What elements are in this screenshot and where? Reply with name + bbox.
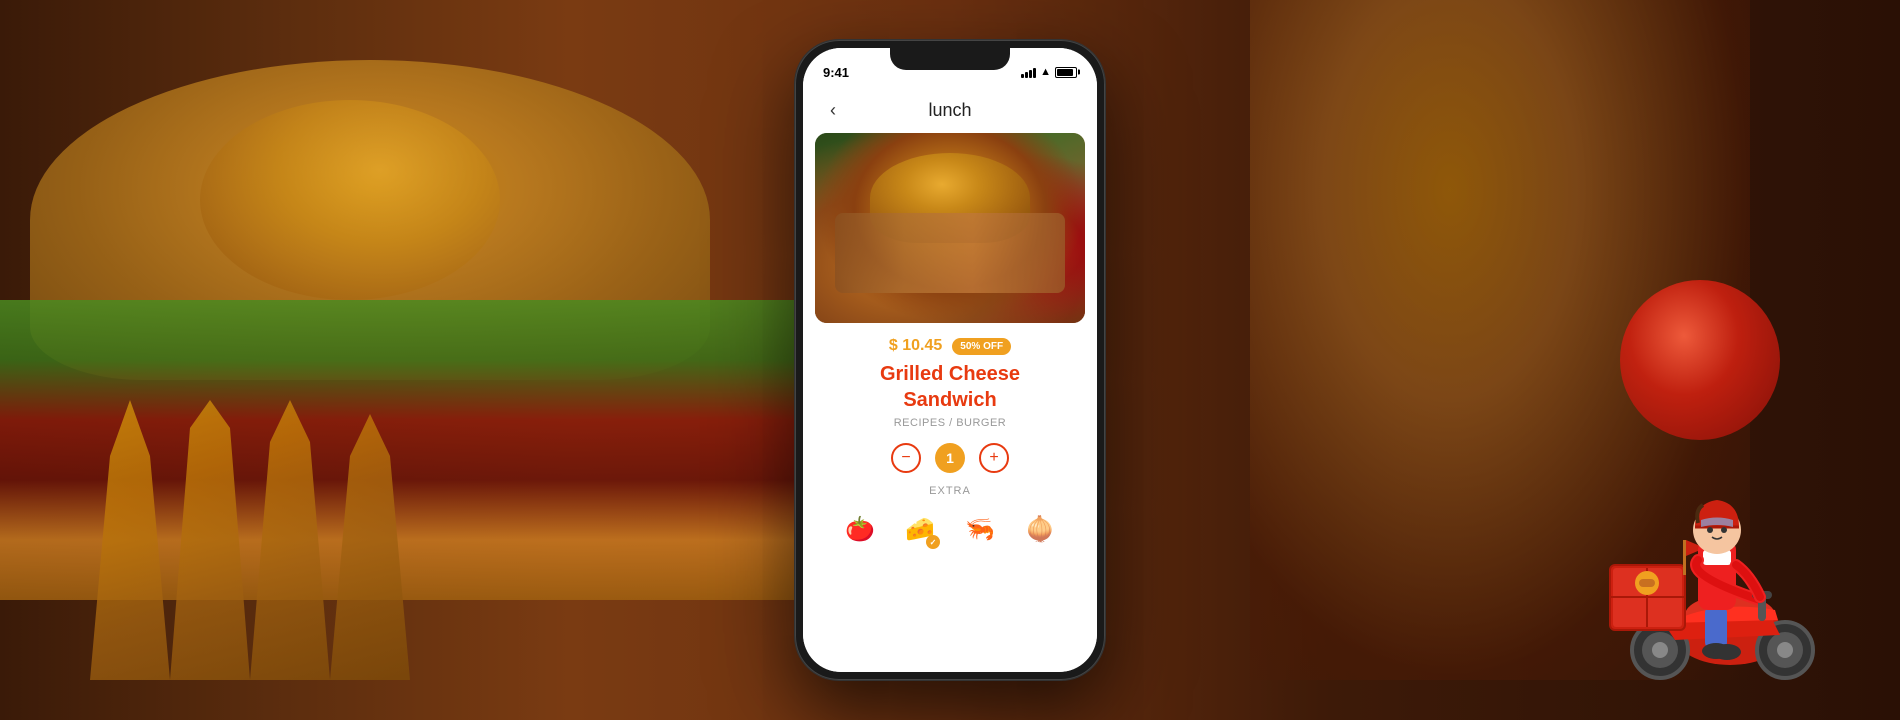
status-time: 9:41 [823, 65, 849, 80]
wooden-board-img [835, 213, 1065, 293]
page-title: lunch [928, 100, 971, 121]
wifi-icon: ▲ [1040, 66, 1051, 78]
battery-fill [1057, 69, 1073, 76]
back-arrow-icon: ‹ [830, 100, 836, 121]
burger-illustration [815, 133, 1085, 323]
screen-content: ‹ lunch $ 10.45 50% OFF [803, 88, 1097, 672]
extra-tomato[interactable]: 🍅 [838, 507, 882, 551]
phone-wrapper: 9:41 ▲ [795, 40, 1105, 680]
tomato-icon: 🍅 [845, 515, 875, 544]
shrimp-icon: 🦐 [965, 515, 995, 544]
signal-bar-4 [1033, 68, 1036, 78]
minus-icon: − [901, 449, 910, 467]
signal-bar-1 [1021, 74, 1024, 78]
status-icons: ▲ [1021, 66, 1077, 78]
phone-frame: 9:41 ▲ [795, 40, 1105, 680]
quantity-increase-button[interactable]: + [979, 443, 1009, 473]
item-name-line1: Grilled Cheese [880, 363, 1020, 385]
signal-bar-2 [1025, 72, 1028, 78]
signal-bar-3 [1029, 70, 1032, 78]
onion-icon: 🧅 [1025, 515, 1055, 544]
extra-cheese[interactable]: 🧀 ✓ [898, 507, 942, 551]
quantity-section: − 1 + [803, 443, 1097, 473]
quantity-decrease-button[interactable]: − [891, 443, 921, 473]
discount-badge: 50% OFF [952, 338, 1011, 355]
quantity-display: 1 [935, 443, 965, 473]
extras-row: 🍅 🧀 ✓ 🦐 🧅 [803, 507, 1097, 551]
back-button[interactable]: ‹ [819, 97, 847, 125]
food-image [815, 133, 1085, 323]
delivery-illustration [1520, 365, 1820, 690]
item-category: RECIPES / BURGER [803, 417, 1097, 429]
plus-icon: + [989, 449, 998, 467]
extra-label: EXTRA [803, 485, 1097, 497]
item-name: Grilled Cheese Sandwich [823, 361, 1077, 413]
extra-shrimp[interactable]: 🦐 [958, 507, 1002, 551]
item-name-line2: Sandwich [903, 389, 996, 411]
price-label: $ 10.45 [889, 337, 942, 355]
price-section: $ 10.45 50% OFF [803, 337, 1097, 355]
extra-onion[interactable]: 🧅 [1018, 507, 1062, 551]
phone-screen: 9:41 ▲ [803, 48, 1097, 672]
bun-sesame-bg [200, 100, 500, 300]
signal-icon [1021, 66, 1036, 78]
phone-notch [890, 48, 1010, 70]
cheese-check-icon: ✓ [926, 535, 940, 549]
battery-icon [1055, 67, 1077, 78]
app-header: ‹ lunch [803, 88, 1097, 133]
